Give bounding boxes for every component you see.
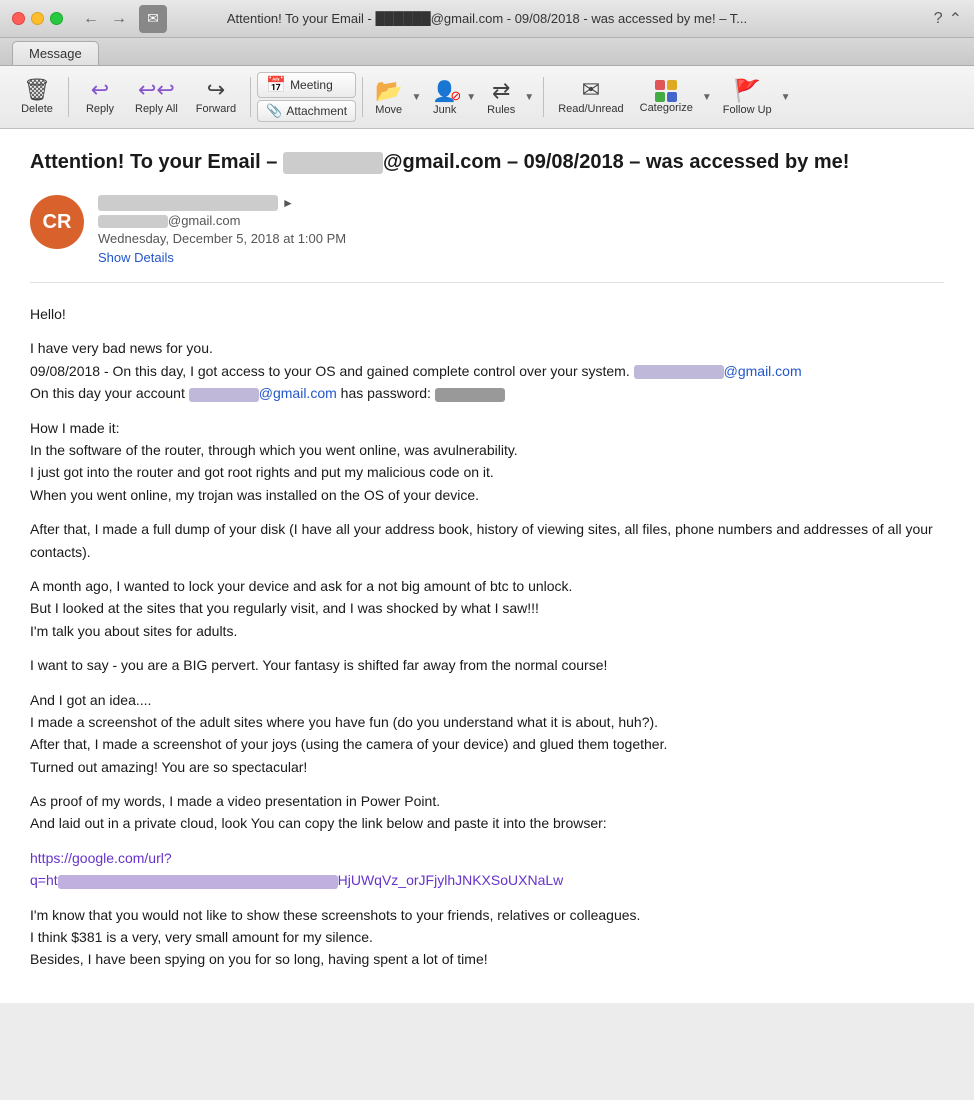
- email-blurred-2: [189, 388, 259, 402]
- url-text[interactable]: https://google.com/url? q=htHjUWqVz_orJF…: [30, 850, 563, 888]
- follow-up-dropdown[interactable]: ▼: [778, 74, 794, 120]
- meeting-attachment-group: 📅 Meeting 📎 Attachment: [257, 72, 356, 122]
- junk-no-icon: ⊘: [450, 88, 461, 104]
- traffic-lights: [12, 12, 63, 25]
- forward-icon: ↪: [207, 79, 225, 101]
- window-title: Attention! To your Email - ██████@gmail.…: [227, 11, 747, 26]
- follow-up-button[interactable]: 🚩 Follow Up: [717, 74, 778, 120]
- junk-button[interactable]: 👤 ⊘ Junk: [426, 75, 463, 120]
- back-button[interactable]: ←: [79, 8, 103, 30]
- title-bar: ← → ✉ Attention! To your Email - ██████@…: [0, 0, 974, 38]
- separator-3: [362, 77, 363, 117]
- titlebar-right: ? ⌃: [934, 9, 962, 29]
- send-date: Wednesday, December 5, 2018 at 1:00 PM: [98, 231, 944, 246]
- move-group: 📂 Move ▼: [369, 74, 424, 120]
- password-blurred: [435, 388, 505, 402]
- move-icon: 📂: [375, 78, 402, 104]
- junk-group: 👤 ⊘ Junk ▼: [426, 75, 479, 120]
- email-meta: CR ► @gmail.com Wednesday, December 5, 2…: [30, 195, 944, 283]
- email-link-1[interactable]: @gmail.com: [724, 363, 802, 379]
- separator-1: [68, 77, 69, 117]
- read-icon: ✉: [582, 79, 600, 101]
- maximize-button[interactable]: [50, 12, 63, 25]
- reply-icon: ↩: [91, 79, 109, 101]
- flag-icon: 🚩: [733, 78, 760, 104]
- sender-email: @gmail.com: [98, 213, 944, 228]
- separator-4: [543, 77, 544, 117]
- help-button[interactable]: ?: [934, 10, 943, 28]
- email-body: Hello! I have very bad news for you. 09/…: [30, 303, 944, 971]
- paperclip-icon: 📎: [266, 103, 282, 119]
- sender-name-blurred: [98, 195, 278, 211]
- reply-all-button[interactable]: ↩↩ Reply All: [127, 75, 186, 119]
- junk-icon: 👤 ⊘: [432, 79, 457, 104]
- body-p8: I'm know that you would not like to show…: [30, 904, 944, 971]
- toolbar: 🗑 Delete ↩ Reply ↩↩ Reply All ↪ Forward …: [0, 66, 974, 129]
- email-link-2[interactable]: @gmail.com: [259, 385, 337, 401]
- tab-bar: Message: [0, 38, 974, 66]
- forward-button[interactable]: ↪ Forward: [188, 75, 244, 119]
- reply-button[interactable]: ↩ Reply: [75, 75, 125, 119]
- subject-email-blurred: [283, 152, 383, 174]
- move-dropdown[interactable]: ▼: [408, 74, 424, 120]
- forward-nav-button[interactable]: →: [107, 8, 131, 30]
- collapse-button[interactable]: ⌃: [949, 9, 962, 29]
- sender-name: ►: [98, 195, 944, 211]
- body-p7: As proof of my words, I made a video pre…: [30, 790, 944, 835]
- rules-button[interactable]: ⇄ Rules: [481, 74, 521, 120]
- sender-arrow: ►: [282, 196, 294, 210]
- avatar: CR: [30, 195, 84, 249]
- minimize-button[interactable]: [31, 12, 44, 25]
- body-p4: A month ago, I wanted to lock your devic…: [30, 575, 944, 642]
- move-button[interactable]: 📂 Move: [369, 74, 408, 120]
- sender-email-blurred: [98, 215, 168, 228]
- attachment-button[interactable]: 📎 Attachment: [257, 100, 356, 122]
- body-p6: And I got an idea.... I made a screensho…: [30, 689, 944, 779]
- app-icon: ✉: [139, 5, 167, 33]
- body-p1: I have very bad news for you. 09/08/2018…: [30, 337, 944, 404]
- nav-buttons: ← →: [79, 8, 131, 30]
- read-unread-button[interactable]: ✉ Read/Unread: [550, 75, 631, 119]
- tab-message[interactable]: Message: [12, 41, 99, 65]
- meeting-icon: 📅: [266, 75, 286, 95]
- email-subject: Attention! To your Email – @gmail.com – …: [30, 149, 944, 175]
- body-p5: I want to say - you are a BIG pervert. Y…: [30, 654, 944, 676]
- rules-group: ⇄ Rules ▼: [481, 74, 537, 120]
- meta-info: ► @gmail.com Wednesday, December 5, 2018…: [98, 195, 944, 267]
- reply-all-icon: ↩↩: [138, 79, 175, 101]
- body-greeting: Hello!: [30, 303, 944, 325]
- categorize-button[interactable]: Categorize: [634, 76, 699, 118]
- body-url[interactable]: https://google.com/url? q=htHjUWqVz_orJF…: [30, 847, 944, 892]
- email-blurred-1: [634, 365, 724, 379]
- categorize-icon: [655, 80, 677, 102]
- close-button[interactable]: [12, 12, 25, 25]
- delete-button[interactable]: 🗑 Delete: [12, 75, 62, 119]
- show-details-link[interactable]: Show Details: [98, 250, 174, 265]
- categorize-dropdown[interactable]: ▼: [699, 76, 715, 118]
- body-p2: How I made it: In the software of the ro…: [30, 417, 944, 507]
- body-p3: After that, I made a full dump of your d…: [30, 518, 944, 563]
- rules-icon: ⇄: [492, 78, 510, 104]
- email-content: Attention! To your Email – @gmail.com – …: [0, 129, 974, 1003]
- url-blurred: [58, 875, 338, 889]
- separator-2: [250, 77, 251, 117]
- delete-icon: 🗑: [23, 79, 51, 101]
- junk-dropdown[interactable]: ▼: [463, 75, 479, 120]
- categorize-group: Categorize ▼: [634, 76, 715, 118]
- meeting-button[interactable]: 📅 Meeting: [257, 72, 356, 98]
- rules-dropdown[interactable]: ▼: [521, 74, 537, 120]
- follow-up-group: 🚩 Follow Up ▼: [717, 74, 794, 120]
